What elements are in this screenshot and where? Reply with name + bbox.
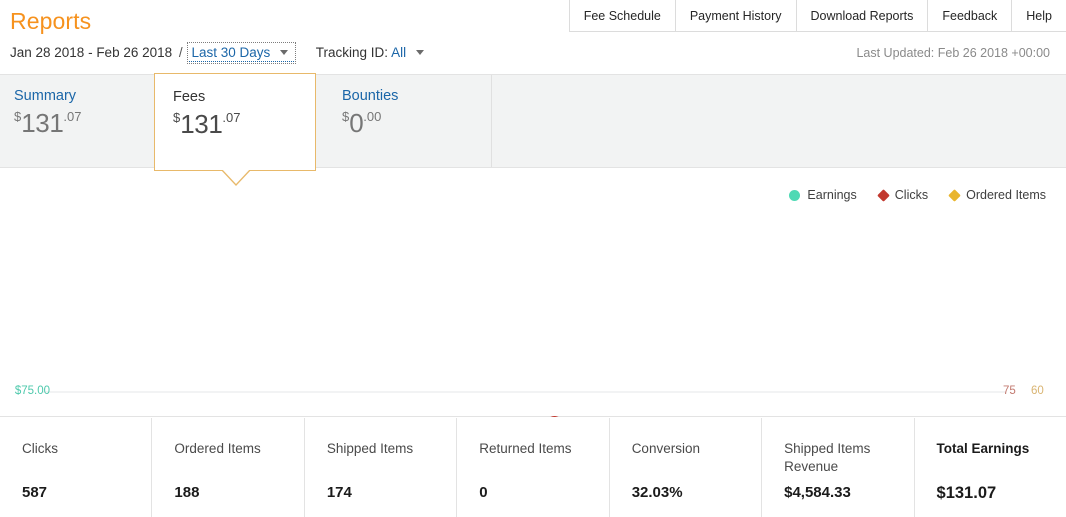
nav-payment-history[interactable]: Payment History [674,0,796,31]
chevron-down-icon [280,50,288,55]
nav-help[interactable]: Help [1011,0,1066,31]
y-axis-items-tick: 60 [1031,385,1044,397]
page-header: Reports Jan 28 2018 - Feb 26 2018 / Last… [0,0,1066,70]
stat-label: Conversion [631,441,700,456]
tracking-id-label: Tracking ID: [315,45,389,60]
date-range-preset-select[interactable]: Last 30 Days [187,42,296,64]
stat-label: Shipped Items Revenue [784,441,871,475]
top-navigation: Fee Schedule Payment History Download Re… [568,0,1066,32]
stat-value: $4,584.33 [784,484,851,501]
card-bounties-label: Bounties [342,88,399,104]
stat-label: Ordered Items [174,441,261,456]
amount-whole: 131 [21,108,64,138]
stat-ordered-items: Ordered Items 188 [152,418,305,517]
stat-value: 32.03% [631,484,683,501]
card-summary-amount: $131.07 [14,110,163,136]
filter-bar: Jan 28 2018 - Feb 26 2018 / Last 30 Days… [10,42,424,64]
chevron-down-icon [415,50,424,55]
card-fees[interactable]: Fees $131.07 [154,73,316,186]
nav-download-reports[interactable]: Download Reports [795,0,928,31]
card-bounties-amount: $0.00 [342,110,491,136]
amount-cents: .07 [222,110,241,125]
stat-shipped-items-revenue: Shipped Items Revenue $4,584.33 [762,418,915,517]
tracking-id-filter[interactable]: Tracking ID: All [316,45,424,60]
stat-value: 174 [326,484,352,501]
card-fees-label: Fees [173,89,206,105]
amount-cents: .07 [63,109,82,124]
date-range-preset-label: Last 30 Days [191,45,271,60]
y-axis-clicks-tick: 75 [1003,385,1016,397]
stat-total-earnings: Total Earnings $131.07 [915,418,1066,517]
summary-cards: Summary $131.07 Bounties $0.00 Fees $131… [0,73,1066,186]
card-summary-label: Summary [14,88,77,104]
stat-value: 587 [22,484,48,501]
card-summary[interactable]: Summary $131.07 [0,75,164,167]
nav-feedback[interactable]: Feedback [927,0,1011,31]
page-title: Reports [10,8,92,34]
stat-label: Shipped Items [326,441,414,456]
nav-fee-schedule[interactable]: Fee Schedule [568,0,675,31]
card-bounties[interactable]: Bounties $0.00 [328,75,492,167]
card-pointer-fill [221,168,251,184]
stat-clicks: Clicks 587 [0,418,153,517]
stat-value: $131.07 [936,484,997,502]
reports-page: Reports Jan 28 2018 - Feb 26 2018 / Last… [0,0,1066,517]
stat-label: Clicks [22,441,58,456]
amount-whole: 131 [180,109,223,139]
amount-whole: 0 [349,108,364,138]
date-separator: / [178,45,183,60]
stat-conversion: Conversion 32.03% [610,418,763,517]
date-range-text: Jan 28 2018 - Feb 26 2018 [10,45,173,60]
stat-shipped-items: Shipped Items 174 [305,418,458,517]
chart-svg [43,391,1006,517]
tracking-id-value[interactable]: All [391,45,406,60]
card-fees-amount: $131.07 [173,111,315,137]
stat-value: 188 [174,484,200,501]
chart-panel: Earnings Clicks Ordered Items 0$25.00$50… [0,169,1066,517]
stat-label: Total Earnings [936,441,1030,456]
stat-returned-items: Returned Items 0 [457,418,610,517]
stats-summary-table: Clicks 587 Ordered Items 188 Shipped Ite… [0,418,1066,517]
stat-label: Returned Items [479,441,572,456]
chart-plot-area: 0$25.00$50.00$75.0002550750204060 28 Jan… [0,169,1066,517]
y-axis-earnings-tick: $75.00 [14,385,50,397]
stat-value: 0 [479,484,488,501]
last-updated-text: Last Updated: Feb 26 2018 +00:00 [856,46,1050,60]
amount-cents: .00 [363,109,382,124]
